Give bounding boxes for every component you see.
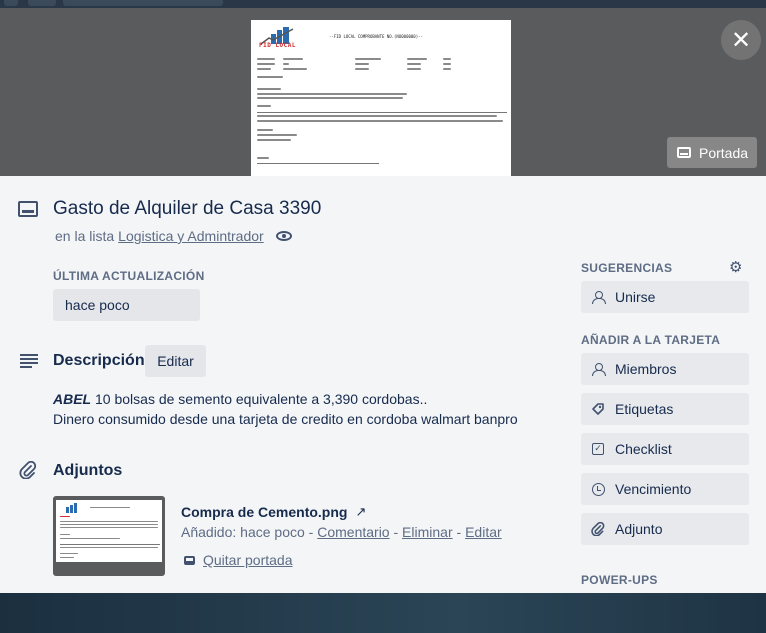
description-bold-name: ABEL xyxy=(53,391,92,407)
labels-button[interactable]: Etiquetas xyxy=(581,393,749,425)
last-update-value: hace poco xyxy=(53,289,200,321)
person-icon xyxy=(592,290,606,304)
board-header-strip xyxy=(0,0,766,8)
cover-button[interactable]: Portada xyxy=(667,137,757,168)
attachment-label: Adjunto xyxy=(615,521,663,537)
description-icon xyxy=(20,354,38,368)
labels-label: Etiquetas xyxy=(615,401,674,417)
card-icon xyxy=(18,201,38,217)
in-list-info: en la lista Logistica y Admintrador xyxy=(55,228,292,244)
receipt-header: --FID LOCAL COMPROBANTE NO.(NO000000)-- xyxy=(329,34,423,39)
checklist-button[interactable]: ✓ Checklist xyxy=(581,433,749,465)
remove-cover-label[interactable]: Quitar portada xyxy=(203,552,293,568)
board-header-button[interactable] xyxy=(63,0,223,6)
edit-link[interactable]: Editar xyxy=(465,524,502,540)
gear-icon[interactable]: ⚙ xyxy=(729,258,742,276)
separator: - xyxy=(389,524,403,540)
members-button[interactable]: Miembros xyxy=(581,353,749,385)
card-cover-icon xyxy=(184,555,195,565)
last-update-label: ÚLTIMA ACTUALIZACIÓN xyxy=(53,269,205,283)
comment-link[interactable]: Comentario xyxy=(317,524,389,540)
description-line-1-rest: 10 bolsas de semento equivalente a 3,390… xyxy=(91,391,428,407)
checkbox-icon: ✓ xyxy=(592,443,604,455)
attachment-meta: Añadido: hace poco - Comentario - Elimin… xyxy=(181,524,502,540)
card-detail-modal: FID LOCAL --FID LOCAL COMPROBANTE NO.(NO… xyxy=(0,8,766,593)
open-external-icon[interactable]: ↗ xyxy=(355,504,366,520)
attachment-name[interactable]: Compra de Cemento.png ↗ xyxy=(181,504,366,520)
members-label: Miembros xyxy=(615,361,677,377)
description-line-2[interactable]: Dinero consumido desde una tarjeta de cr… xyxy=(53,411,518,427)
description-line-1[interactable]: ABEL 10 bolsas de semento equivalente a … xyxy=(53,391,427,407)
attachment-thumbnail[interactable] xyxy=(53,496,165,576)
board-header-button[interactable] xyxy=(28,0,56,6)
separator: - xyxy=(304,524,318,540)
paperclip-icon xyxy=(591,522,605,536)
attachment-button[interactable]: Adjunto xyxy=(581,513,749,545)
suggestions-label: SUGERENCIAS xyxy=(581,261,673,275)
attachment-filename[interactable]: Compra de Cemento.png xyxy=(181,504,347,520)
close-icon: ✕ xyxy=(730,26,752,54)
list-link[interactable]: Logistica y Admintrador xyxy=(118,228,264,244)
delete-link[interactable]: Eliminar xyxy=(402,524,453,540)
attachments-title: Adjuntos xyxy=(53,462,123,479)
separator: - xyxy=(452,524,466,540)
card-cover-icon xyxy=(677,147,691,158)
clock-icon xyxy=(591,482,605,496)
card-title-row: Gasto de Alquiler de Casa 3390 xyxy=(18,198,321,220)
paperclip-icon xyxy=(19,461,37,479)
close-button[interactable]: ✕ xyxy=(721,20,761,60)
in-list-prefix: en la lista xyxy=(55,228,115,244)
edit-description-button[interactable]: Editar xyxy=(145,345,206,377)
due-date-label: Vencimiento xyxy=(615,481,692,497)
eye-icon[interactable] xyxy=(275,231,292,241)
description-header: Descripción xyxy=(53,352,145,370)
powerups-label: POWER-UPS xyxy=(581,573,658,587)
attachments-header: Adjuntos xyxy=(53,462,122,480)
board-header-button[interactable] xyxy=(4,0,18,6)
cover-image: FID LOCAL --FID LOCAL COMPROBANTE NO.(NO… xyxy=(251,20,511,176)
card-cover: FID LOCAL --FID LOCAL COMPROBANTE NO.(NO… xyxy=(0,8,766,176)
due-date-button[interactable]: Vencimiento xyxy=(581,473,749,505)
board-background xyxy=(0,593,766,633)
remove-cover-button[interactable]: Quitar portada xyxy=(184,552,293,568)
checklist-label: Checklist xyxy=(615,441,672,457)
description-title: Descripción xyxy=(53,352,145,369)
add-to-card-label: AÑADIR A LA TARJETA xyxy=(581,333,721,347)
join-label: Unirse xyxy=(615,289,656,305)
receipt-logo-text: FID LOCAL xyxy=(259,42,297,49)
join-button[interactable]: Unirse xyxy=(581,281,749,313)
person-icon xyxy=(592,362,606,376)
receipt-logo-icon xyxy=(66,503,77,513)
attachment-added: Añadido: hace poco xyxy=(181,524,305,540)
tag-icon xyxy=(592,403,604,415)
card-title[interactable]: Gasto de Alquiler de Casa 3390 xyxy=(53,198,321,220)
cover-button-label: Portada xyxy=(699,144,749,161)
